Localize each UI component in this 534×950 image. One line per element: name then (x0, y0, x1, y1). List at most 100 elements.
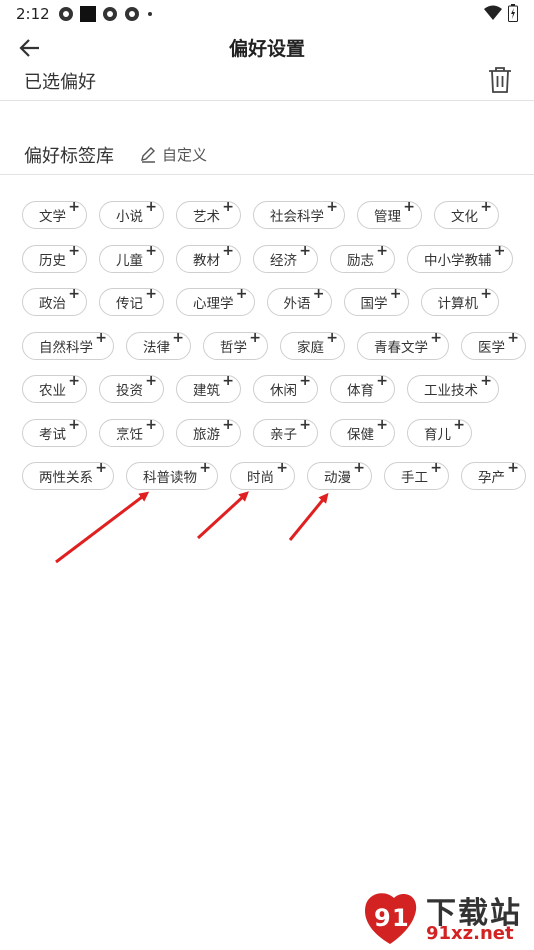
plus-icon: + (95, 329, 107, 346)
plus-icon: + (299, 242, 311, 259)
delete-button[interactable] (488, 66, 512, 94)
plus-icon: + (145, 286, 157, 302)
watermark-logo-icon: 9 1 (365, 893, 417, 944)
tag-label: 经济 (270, 252, 297, 269)
tag-chip[interactable]: 自然科学 + (22, 329, 114, 360)
tag-chip[interactable]: 烹饪 + (99, 417, 164, 447)
dot-icon (148, 12, 152, 16)
tag-label: 工业技术 (424, 383, 478, 399)
tag-chip[interactable]: 文化 + (434, 199, 499, 229)
tag-label: 时尚 (247, 470, 274, 486)
tag-label: 社会科学 (270, 209, 324, 225)
tag-chip[interactable]: 儿童 + (99, 243, 164, 273)
status-time: 2:12 (16, 5, 50, 23)
tag-chip[interactable]: 育儿 + (407, 417, 472, 447)
tag-chip[interactable]: 建筑 + (176, 373, 241, 403)
tag-row: 农业 + 投资 + 建筑 + 休闲 + 体育 + 工业技术 + (22, 373, 512, 405)
custom-tag-button[interactable]: 自定义 (140, 144, 207, 165)
tag-chip[interactable]: 青春文学 + (357, 329, 449, 360)
app-icon-2 (103, 7, 117, 21)
tag-chip[interactable]: 孕产 + (461, 460, 526, 490)
plus-icon: + (299, 416, 311, 433)
tag-label: 管理 (374, 209, 401, 225)
tag-label: 旅游 (193, 426, 220, 443)
tag-chip[interactable]: 体育 + (330, 373, 395, 403)
tag-chip[interactable]: 心理学 + (176, 286, 255, 316)
plus-icon: + (276, 460, 288, 476)
tag-chip[interactable]: 小说 + (99, 199, 164, 229)
tag-row: 考试 + 烹饪 + 旅游 + 亲子 + 保健 + 育儿 + (22, 416, 512, 449)
tag-label: 烹饪 (116, 426, 143, 443)
tag-label: 青春文学 (374, 339, 428, 356)
tag-label: 保健 (347, 426, 374, 443)
status-system-icons (484, 4, 518, 22)
tag-chip[interactable]: 艺术 + (176, 199, 241, 229)
tag-chip[interactable]: 投资 + (99, 373, 164, 403)
svg-text:1: 1 (392, 904, 409, 932)
plus-icon: + (376, 416, 388, 433)
plus-icon: + (235, 286, 248, 302)
plus-icon: + (95, 460, 107, 476)
plus-icon: + (353, 460, 365, 476)
tag-chip[interactable]: 农业 + (22, 373, 87, 403)
tag-chip[interactable]: 哲学 + (203, 329, 268, 360)
tag-chip[interactable]: 法律 + (126, 330, 191, 360)
tag-chip[interactable]: 国学 + (343, 286, 409, 316)
plus-icon: + (507, 460, 519, 476)
tag-library-header: 偏好标签库 自定义 (0, 138, 534, 172)
tag-chip[interactable]: 政治 + (22, 286, 87, 316)
tag-chip[interactable]: 历史 + (22, 243, 87, 273)
tag-label: 艺术 (193, 209, 220, 225)
tag-label: 历史 (39, 252, 66, 269)
plus-icon: + (507, 329, 519, 346)
tag-chip[interactable]: 手工 + (384, 460, 449, 490)
page-title: 偏好设置 (228, 38, 305, 60)
app-icon-1 (59, 7, 73, 21)
tag-chip[interactable]: 文学 + (22, 199, 87, 229)
plus-icon: + (493, 242, 506, 259)
tag-chip[interactable]: 外语 + (266, 286, 332, 316)
tag-chip[interactable]: 医学 + (461, 329, 526, 360)
tag-chip[interactable]: 传记 + (99, 286, 164, 316)
tag-chip[interactable]: 旅游 + (176, 417, 241, 447)
tag-chip[interactable]: 亲子 + (253, 416, 318, 447)
tag-chip[interactable]: 工业技术 + (407, 373, 499, 403)
custom-tag-label: 自定义 (162, 146, 208, 164)
tag-label: 亲子 (270, 426, 297, 443)
tag-chip[interactable]: 管理 + (357, 199, 422, 229)
tag-label: 休闲 (270, 383, 297, 399)
tag-chip[interactable]: 家庭 + (280, 329, 345, 360)
tag-chip[interactable]: 考试 + (22, 417, 87, 447)
tag-label: 外语 (283, 296, 311, 312)
plus-icon: + (312, 286, 325, 302)
tag-chip[interactable]: 教材 + (176, 242, 241, 273)
tag-chip[interactable]: 经济 + (253, 242, 318, 273)
tag-chip[interactable]: 两性关系 + (22, 460, 114, 490)
tag-row: 政治 + 传记 + 心理学 + 外语 + 国学 + 计算机 + (22, 286, 512, 318)
tag-chip[interactable]: 科普读物 + (126, 460, 218, 490)
tag-chip[interactable]: 保健 + (330, 416, 395, 447)
plus-icon: + (68, 373, 80, 389)
plus-icon: + (222, 242, 234, 259)
battery-icon (508, 4, 518, 22)
tag-row: 文学 + 小说 + 艺术 + 社会科学 + 管理 + 文化 + (22, 199, 512, 231)
plus-icon: + (430, 329, 442, 346)
plus-icon: + (68, 286, 80, 302)
plus-icon: + (249, 329, 261, 346)
tag-chip[interactable]: 励志 + (330, 243, 395, 273)
plus-icon: + (299, 373, 311, 389)
watermark-url: 91xz.net (426, 923, 514, 944)
tag-chip[interactable]: 休闲 + (253, 373, 318, 403)
tag-chip[interactable]: 社会科学 + (253, 199, 345, 229)
tag-chip[interactable]: 时尚 + (230, 460, 295, 490)
tag-row: 自然科学 + 法律 + 哲学 + 家庭 + 青春文学 + 医学 + (22, 329, 526, 362)
tag-chip[interactable]: 计算机 + (420, 286, 499, 316)
plus-icon: + (430, 460, 442, 476)
tag-chip[interactable]: 中小学教辅 + (407, 242, 513, 273)
plus-icon: + (480, 199, 492, 215)
plus-icon: + (326, 329, 338, 346)
tag-chip[interactable]: 动漫 + (307, 460, 372, 490)
tag-label: 建筑 (193, 383, 220, 399)
plus-icon: + (199, 460, 211, 476)
plus-icon: + (389, 286, 402, 302)
